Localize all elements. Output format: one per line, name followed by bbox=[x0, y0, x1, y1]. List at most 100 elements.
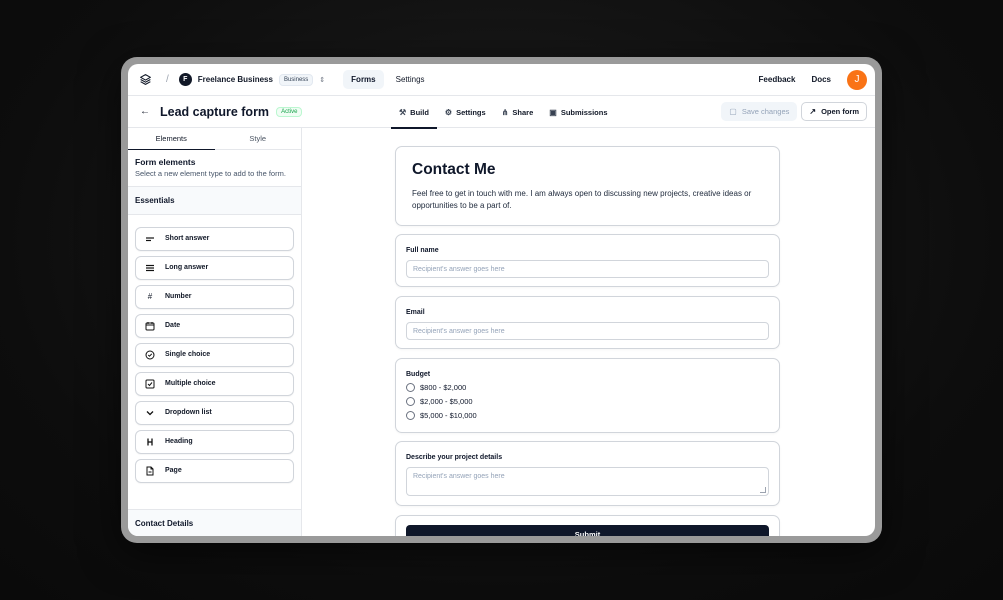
user-avatar[interactable]: J bbox=[847, 69, 867, 90]
docs-link[interactable]: Docs bbox=[811, 75, 831, 84]
element-label: Number bbox=[165, 293, 192, 301]
element-heading[interactable]: Heading bbox=[135, 429, 294, 454]
element-label: Page bbox=[165, 467, 182, 475]
element-label: Long answer bbox=[165, 264, 209, 272]
field-card-project-details[interactable]: Describe your project details Recipient'… bbox=[395, 441, 780, 506]
workspace-plan-badge: Business bbox=[278, 73, 314, 86]
section-essentials[interactable]: Essentials bbox=[128, 185, 301, 215]
sidebar-description: Select a new element type to add to the … bbox=[135, 169, 286, 178]
chevron-down-icon bbox=[144, 409, 156, 417]
tab-label: Submissions bbox=[560, 107, 608, 117]
save-changes-button[interactable]: ▢ Save changes bbox=[721, 102, 798, 121]
form-description: Feel free to get in touch with me. I am … bbox=[412, 189, 752, 211]
field-card-budget[interactable]: Budget $800 - $2,000 $2,000 - $5,000 $5,… bbox=[395, 358, 780, 433]
element-number[interactable]: # Number bbox=[135, 284, 294, 309]
element-page[interactable]: Page bbox=[135, 458, 294, 483]
sidebar-tabs: Elements Style bbox=[128, 128, 301, 150]
page-icon bbox=[144, 466, 156, 476]
element-date[interactable]: Date bbox=[135, 313, 294, 338]
budget-option[interactable]: $800 - $2,000 bbox=[406, 383, 769, 392]
elements-sidebar: Elements Style Form elements Select a ne… bbox=[128, 128, 302, 536]
calendar-icon bbox=[144, 321, 156, 331]
submit-card: Submit bbox=[395, 515, 780, 536]
element-single-choice[interactable]: Single choice bbox=[135, 342, 294, 367]
toolbar-actions: ▢ Save changes ↗ Open form bbox=[721, 102, 867, 121]
gear-icon: ⚙ bbox=[444, 107, 453, 117]
hash-icon: # bbox=[147, 292, 153, 302]
workspace-name[interactable]: Freelance Business bbox=[198, 75, 273, 84]
element-multiple-choice[interactable]: Multiple choice bbox=[135, 371, 294, 396]
element-list: Short answer Long answer # Number Date S… bbox=[128, 215, 301, 483]
element-label: Single choice bbox=[165, 351, 211, 359]
status-badge: Active bbox=[276, 106, 303, 117]
radio-icon bbox=[144, 350, 156, 360]
sidebar-heading: Form elements bbox=[135, 157, 196, 167]
tab-share[interactable]: ⋔ Share bbox=[494, 96, 542, 128]
save-label: Save changes bbox=[741, 107, 790, 116]
workspace-switcher-icon[interactable]: ⇕ bbox=[319, 76, 325, 84]
tab-label: Share bbox=[512, 107, 534, 117]
radio-button[interactable] bbox=[406, 397, 415, 406]
form-canvas: Contact Me Feel free to get in touch wit… bbox=[302, 128, 875, 536]
element-dropdown-list[interactable]: Dropdown list bbox=[135, 400, 294, 425]
open-label: Open form bbox=[821, 107, 859, 116]
share-icon: ⋔ bbox=[501, 107, 509, 117]
inbox-icon: ▣ bbox=[549, 107, 557, 117]
section-contact-details[interactable]: Contact Details bbox=[128, 509, 301, 536]
layers-logo-icon[interactable] bbox=[138, 73, 152, 87]
external-link-icon: ↗ bbox=[809, 107, 817, 116]
nav-forms[interactable]: Forms bbox=[343, 70, 384, 89]
tab-style[interactable]: Style bbox=[215, 128, 302, 149]
tab-label: Build bbox=[410, 107, 429, 117]
form-title: Contact Me bbox=[412, 161, 496, 178]
field-label: Email bbox=[406, 309, 425, 316]
form-toolbar: ← Lead capture form Active ⚒ Build ⚙ Set… bbox=[128, 96, 875, 129]
tab-elements[interactable]: Elements bbox=[128, 128, 215, 150]
budget-option[interactable]: $2,000 - $5,000 bbox=[406, 397, 769, 406]
option-label: $2,000 - $5,000 bbox=[420, 397, 473, 406]
field-label: Full name bbox=[406, 247, 439, 254]
sidebar-header: Form elements Select a new element type … bbox=[128, 150, 301, 186]
long-text-icon bbox=[144, 264, 156, 272]
tab-settings[interactable]: ⚙ Settings bbox=[437, 96, 494, 128]
email-input[interactable]: Recipient's answer goes here bbox=[406, 322, 769, 340]
element-label: Date bbox=[165, 322, 181, 330]
checkbox-icon bbox=[144, 379, 156, 389]
heading-icon bbox=[144, 437, 156, 447]
submit-button[interactable]: Submit bbox=[406, 525, 769, 536]
back-arrow-icon[interactable]: ← bbox=[140, 106, 150, 117]
radio-button[interactable] bbox=[406, 383, 415, 392]
element-label: Dropdown list bbox=[165, 409, 212, 417]
field-card-email[interactable]: Email Recipient's answer goes here bbox=[395, 296, 780, 349]
tab-submissions[interactable]: ▣ Submissions bbox=[541, 96, 615, 128]
page-title: Lead capture form bbox=[160, 104, 270, 119]
app-window: / F Freelance Business Business ⇕ Forms … bbox=[128, 64, 875, 536]
tab-build[interactable]: ⚒ Build bbox=[391, 96, 437, 129]
hammer-icon: ⚒ bbox=[399, 107, 407, 117]
option-label: $800 - $2,000 bbox=[420, 383, 467, 392]
nav-settings[interactable]: Settings bbox=[388, 70, 433, 89]
project-details-textarea[interactable]: Recipient's answer goes here bbox=[406, 467, 769, 496]
top-bar: / F Freelance Business Business ⇕ Forms … bbox=[128, 64, 875, 96]
builder-tabs: ⚒ Build ⚙ Settings ⋔ Share ▣ Submissions bbox=[391, 96, 616, 129]
full-name-input[interactable]: Recipient's answer goes here bbox=[406, 260, 769, 278]
field-card-full-name[interactable]: Full name Recipient's answer goes here bbox=[395, 234, 780, 287]
element-label: Heading bbox=[165, 438, 193, 446]
feedback-link[interactable]: Feedback bbox=[759, 75, 796, 84]
element-label: Short answer bbox=[165, 235, 210, 243]
workspace-avatar[interactable]: F bbox=[178, 73, 192, 86]
save-icon: ▢ bbox=[729, 107, 737, 116]
element-short-answer[interactable]: Short answer bbox=[135, 226, 294, 251]
device-frame: / F Freelance Business Business ⇕ Forms … bbox=[121, 57, 882, 543]
form-header-card[interactable]: Contact Me Feel free to get in touch wit… bbox=[395, 146, 780, 226]
budget-option[interactable]: $5,000 - $10,000 bbox=[406, 411, 769, 420]
tab-label: Settings bbox=[456, 107, 486, 117]
field-label: Describe your project details bbox=[406, 454, 503, 461]
radio-button[interactable] bbox=[406, 411, 415, 420]
open-form-button[interactable]: ↗ Open form bbox=[801, 102, 867, 121]
field-label: Budget bbox=[406, 371, 431, 378]
element-long-answer[interactable]: Long answer bbox=[135, 255, 294, 280]
option-label: $5,000 - $10,000 bbox=[420, 411, 477, 420]
builder-main: Elements Style Form elements Select a ne… bbox=[128, 128, 875, 536]
element-label: Multiple choice bbox=[165, 380, 216, 388]
